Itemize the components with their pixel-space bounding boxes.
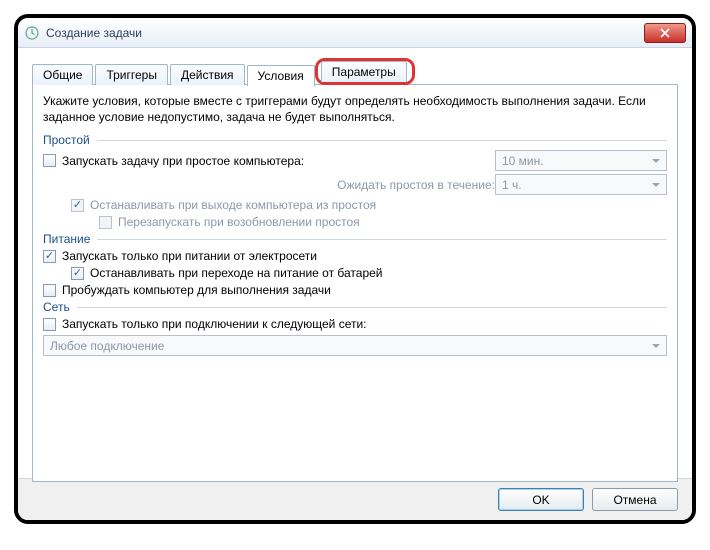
window-title: Создание задачи (46, 26, 142, 40)
label-restart-on-resume: Перезапускать при возобновлении простоя (118, 215, 360, 229)
cancel-button[interactable]: Отмена (592, 488, 678, 511)
tab-general[interactable]: Общие (32, 64, 93, 85)
dialog-window: Создание задачи Общие Триггеры Действия … (14, 14, 696, 524)
label-only-ac: Запускать только при питании от электрос… (62, 249, 317, 263)
tab-triggers[interactable]: Триггеры (95, 64, 168, 85)
tab-strip: Общие Триггеры Действия Условия Параметр… (32, 58, 678, 85)
tab-panel-conditions: Укажите условия, которые вместе с тригге… (32, 84, 678, 482)
checkbox-stop-on-idle-end (71, 199, 84, 212)
group-idle-title: Простой (43, 133, 667, 147)
dialog-footer: OK Отмена (18, 478, 692, 520)
select-idle-duration[interactable]: 10 мин. (495, 150, 667, 171)
close-icon (660, 28, 670, 38)
group-network-title: Сеть (43, 300, 667, 314)
tab-conditions[interactable]: Условия (247, 65, 315, 86)
close-button[interactable] (644, 23, 686, 43)
label-stop-on-battery: Останавливать при переходе на питание от… (90, 266, 383, 280)
annotation-highlight: Параметры (315, 58, 415, 85)
checkbox-only-network[interactable] (43, 318, 56, 331)
client-area: Общие Триггеры Действия Условия Параметр… (18, 48, 692, 520)
checkbox-restart-on-resume (99, 216, 112, 229)
label-wake: Пробуждать компьютер для выполнения зада… (62, 283, 331, 297)
tab-settings[interactable]: Параметры (321, 61, 407, 82)
select-wait-duration[interactable]: 1 ч. (495, 174, 667, 195)
checkbox-wake[interactable] (43, 284, 56, 297)
label-only-network: Запускать только при подключении к следу… (62, 317, 367, 331)
label-stop-on-idle-end: Останавливать при выходе компьютера из п… (90, 198, 376, 212)
select-network[interactable]: Любое подключение (43, 335, 667, 356)
checkbox-only-ac[interactable] (43, 250, 56, 263)
group-power-title: Питание (43, 232, 667, 246)
checkbox-stop-on-battery[interactable] (71, 267, 84, 280)
title-bar: Создание задачи (18, 18, 692, 48)
intro-text: Укажите условия, которые вместе с тригге… (43, 93, 667, 125)
ok-button[interactable]: OK (498, 488, 584, 511)
label-start-on-idle: Запускать задачу при простое компьютера: (62, 154, 495, 168)
checkbox-start-on-idle[interactable] (43, 154, 56, 167)
clock-icon (24, 25, 40, 41)
tab-actions[interactable]: Действия (170, 64, 245, 85)
